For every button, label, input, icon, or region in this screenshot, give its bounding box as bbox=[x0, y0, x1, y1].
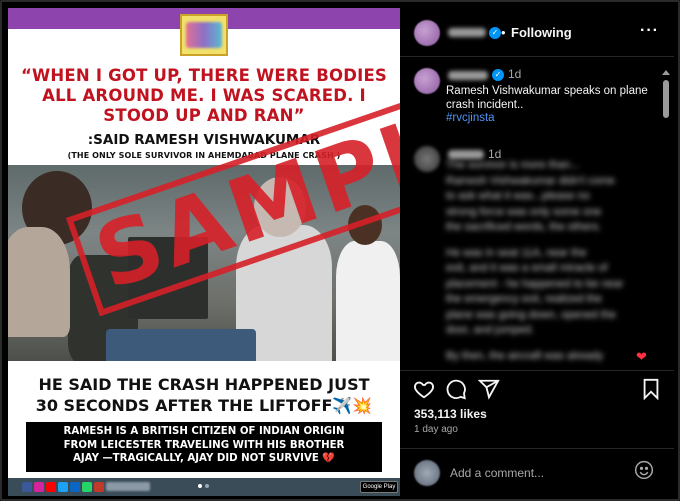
info-line: AJAY —TRAGICALLY, AJAY DID NOT SURVIVE 💔 bbox=[72, 453, 336, 464]
blurred-comment-text: The survivor is more than... Ramesh Vish… bbox=[446, 158, 646, 364]
comment-input[interactable]: Add a comment... bbox=[450, 466, 544, 480]
quote-line: ALL AROUND ME. I WAS SCARED. I bbox=[42, 86, 366, 105]
comment-line: exit, and it was a small miracle of bbox=[446, 262, 608, 274]
comment-line: By then, the aircraft was already bbox=[446, 349, 604, 362]
hashtag-link[interactable]: #rvcjinsta bbox=[446, 112, 495, 124]
comment-divider bbox=[400, 448, 674, 449]
snapchat-icon bbox=[94, 482, 104, 492]
headline-line: HE SAID THE CRASH HAPPENED JUST bbox=[38, 375, 370, 394]
carousel-dots bbox=[198, 484, 209, 488]
comments-panel: ✓ • Following ··· ✓ 1d Ramesh Vishwakuma… bbox=[400, 8, 674, 496]
survivor-quote: “WHEN I GOT UP, THERE WERE BODIES ALL AR… bbox=[8, 66, 400, 126]
twitter-icon bbox=[58, 482, 68, 492]
linkedin-icon bbox=[70, 482, 80, 492]
info-box: RAMESH IS A BRITISH CITIZEN OF INDIAN OR… bbox=[26, 422, 382, 472]
comment-line: to ask what it was...please no bbox=[446, 190, 590, 202]
action-bar bbox=[400, 378, 674, 402]
info-line: FROM LEICESTER TRAVELING WITH HIS BROTHE… bbox=[63, 439, 345, 451]
comment-line: the emergency exit, realized the bbox=[446, 293, 602, 305]
blurred-handle bbox=[106, 482, 150, 491]
quote-line: “WHEN I GOT UP, THERE WERE BODIES bbox=[20, 66, 388, 85]
verified-icon: ✓ bbox=[489, 27, 501, 39]
post-image[interactable]: “WHEN I GOT UP, THERE WERE BODIES ALL AR… bbox=[8, 8, 400, 496]
comment-line: placement - he happened to be near bbox=[446, 277, 624, 290]
comment-line: Ramesh Vishwakumar didn't come bbox=[446, 174, 615, 187]
dot-separator: • bbox=[501, 25, 506, 40]
heart-icon[interactable] bbox=[413, 378, 435, 400]
commenter-avatar[interactable] bbox=[414, 146, 440, 172]
verified-icon: ✓ bbox=[492, 69, 504, 81]
comment-line: plane was going down, opened the bbox=[446, 308, 617, 321]
likes-count[interactable]: 353,113 likes bbox=[414, 407, 487, 421]
viewer-avatar bbox=[414, 460, 440, 486]
author-username[interactable] bbox=[448, 28, 486, 37]
share-icon[interactable] bbox=[478, 378, 500, 400]
comment-line bbox=[446, 339, 646, 349]
caption-avatar[interactable] bbox=[414, 68, 440, 94]
scroll-thumb[interactable] bbox=[663, 80, 669, 118]
youtube-icon bbox=[46, 482, 56, 492]
emoji-icon[interactable] bbox=[634, 460, 654, 480]
actions-divider bbox=[400, 370, 674, 371]
caption-username[interactable] bbox=[448, 71, 488, 80]
caption-text: Ramesh Vishwakumar speaks on plane crash… bbox=[446, 84, 656, 112]
comment-line: the sacrificed words, the others. bbox=[446, 221, 602, 233]
facebook-icon bbox=[22, 482, 32, 492]
post-age: 1 day ago bbox=[414, 424, 458, 435]
info-line: RAMESH IS A BRITISH CITIZEN OF INDIAN OR… bbox=[63, 426, 345, 437]
comment-line: He was in seat 11A, near the bbox=[446, 246, 587, 259]
more-options-icon[interactable]: ··· bbox=[640, 22, 659, 40]
following-button[interactable]: Following bbox=[511, 25, 572, 40]
caption-line: Ramesh Vishwakumar speaks on plane bbox=[446, 85, 648, 97]
comment-like-icon[interactable]: ❤ bbox=[636, 349, 647, 365]
header-divider bbox=[400, 56, 674, 57]
comment-line bbox=[446, 236, 646, 246]
whatsapp-icon bbox=[82, 482, 92, 492]
google-play-badge: Google Play bbox=[360, 481, 398, 493]
caption-line: crash incident.. bbox=[446, 99, 524, 111]
comment-icon[interactable] bbox=[445, 378, 467, 400]
crash-headline: HE SAID THE CRASH HAPPENED JUST 30 SECON… bbox=[8, 374, 400, 416]
headline-line: 30 SECONDS AFTER THE LIFTOFF✈️💥 bbox=[35, 396, 373, 415]
comments-scrollbar[interactable] bbox=[662, 70, 670, 370]
author-avatar[interactable] bbox=[414, 20, 440, 46]
comment-line: The survivor is more than... bbox=[446, 159, 580, 171]
comment-line: door, and jumped. bbox=[446, 324, 535, 336]
brand-logo bbox=[180, 14, 228, 56]
instagram-icon bbox=[34, 482, 44, 492]
scroll-up-icon[interactable] bbox=[662, 70, 670, 75]
comment-line: strong force was only some one bbox=[446, 205, 602, 218]
caption-time: 1d bbox=[508, 67, 522, 81]
save-icon[interactable] bbox=[640, 378, 662, 400]
instagram-post-window: “WHEN I GOT UP, THERE WERE BODIES ALL AR… bbox=[0, 0, 680, 501]
